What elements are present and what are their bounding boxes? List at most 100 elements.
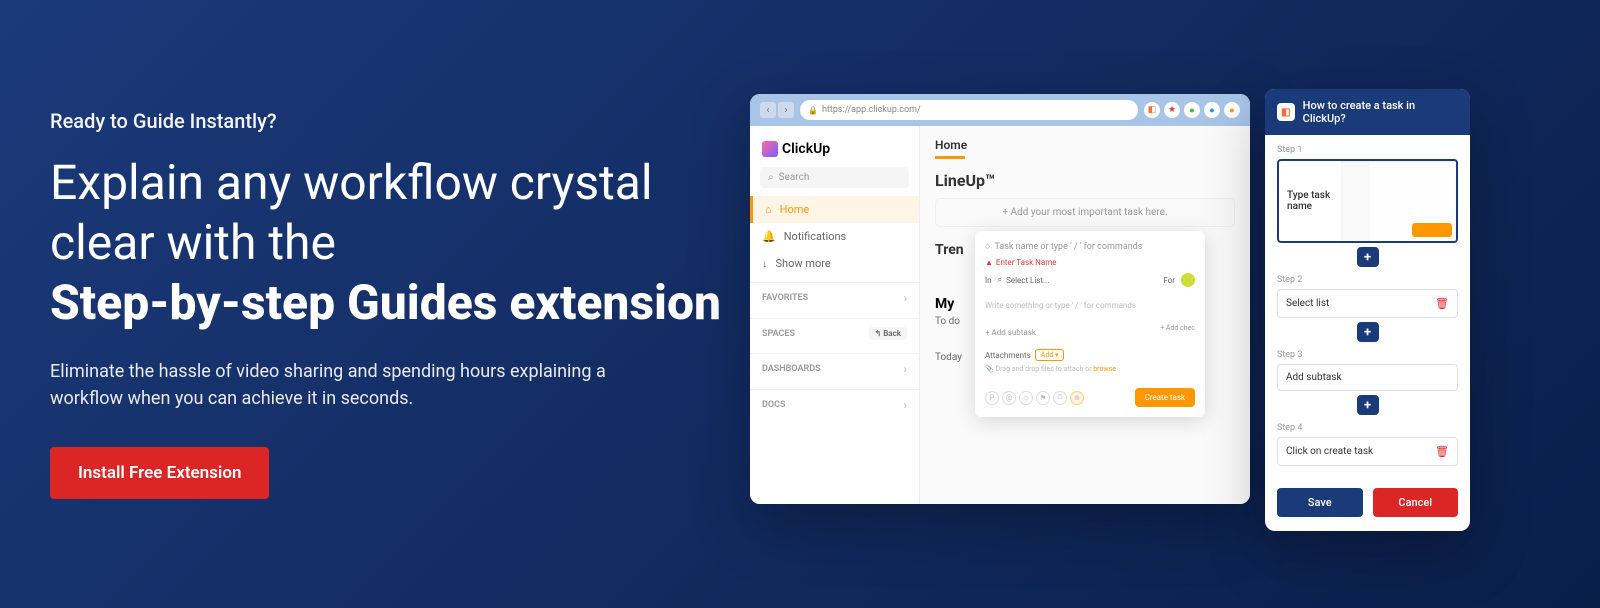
- breadcrumb: Home: [935, 138, 1235, 152]
- paperclip-icon: 📎: [985, 365, 994, 373]
- trash-icon[interactable]: 🗑: [1435, 445, 1449, 458]
- nav-label: Notifications: [784, 230, 847, 243]
- add-subtask-button[interactable]: + Add subtask: [985, 324, 1036, 341]
- sidebar-section-docs[interactable]: DOCS ›: [750, 389, 919, 420]
- guide-editor-panel: ◧ How to create a task in ClickUp? Step …: [1265, 89, 1470, 531]
- step-card[interactable]: Click on create task 🗑: [1277, 437, 1458, 466]
- assignee-avatar[interactable]: [1181, 273, 1195, 287]
- chevron-right-icon: ›: [903, 291, 907, 305]
- for-label: For: [1163, 276, 1175, 285]
- cancel-button[interactable]: Cancel: [1373, 488, 1459, 517]
- search-icon: ⌕: [998, 275, 1002, 285]
- task-name-input[interactable]: ○ Task name or type ' / ' for commands: [985, 241, 1195, 252]
- add-step-button[interactable]: +: [1357, 247, 1379, 267]
- back-button[interactable]: ↰ Back: [869, 327, 907, 340]
- nav-label: Home: [780, 203, 810, 216]
- step-text: Select list: [1286, 298, 1329, 309]
- install-extension-button[interactable]: Install Free Extension: [50, 447, 269, 499]
- chevron-right-icon: ›: [903, 398, 907, 412]
- url-bar[interactable]: 🔒 https://app.clickup.com/: [800, 100, 1138, 120]
- sidebar-section-dashboards[interactable]: DASHBOARDS ›: [750, 353, 919, 384]
- extension-icon[interactable]: ◧: [1144, 102, 1160, 118]
- footer-icon[interactable]: P: [985, 391, 999, 405]
- attachments-label: Attachments: [985, 351, 1031, 360]
- chevron-right-icon: ›: [903, 362, 907, 376]
- sidebar-item-notifications[interactable]: 🔔 Notifications: [750, 223, 919, 250]
- add-checklist-button[interactable]: + Add chec: [1160, 324, 1195, 341]
- section-label: DOCS: [762, 400, 785, 410]
- extension-icon[interactable]: ★: [1164, 102, 1180, 118]
- url-text: https://app.clickup.com/: [822, 105, 921, 115]
- add-step-button[interactable]: +: [1357, 322, 1379, 342]
- footer-icon[interactable]: ⚑: [1036, 391, 1050, 405]
- step-text: Click on create task: [1286, 446, 1373, 457]
- task-placeholder: Task name or type ' / ' for commands: [994, 242, 1142, 252]
- step-label: Step 1: [1277, 145, 1458, 155]
- hero-eyebrow: Ready to Guide Instantly?: [50, 109, 750, 133]
- step-card[interactable]: Select list 🗑: [1277, 289, 1458, 318]
- section-label: SPACES: [762, 329, 795, 339]
- browse-link[interactable]: browse: [1093, 365, 1116, 373]
- clickup-mockup: ‹ › 🔒 https://app.clickup.com/ ◧ ★ ● ● ●…: [750, 94, 1250, 504]
- step-card[interactable]: Add subtask: [1277, 364, 1458, 391]
- guide-header: ◧ How to create a task in ClickUp?: [1265, 89, 1470, 135]
- step-text: Add subtask: [1286, 372, 1342, 383]
- drag-drop-hint: 📎 Drag and drop files to attach or brows…: [985, 365, 1195, 373]
- clickup-logo[interactable]: ClickUp: [750, 136, 919, 167]
- search-input[interactable]: ⌕ Search: [760, 167, 909, 188]
- sidebar-item-home[interactable]: ⌂ Home: [750, 196, 919, 223]
- add-step-button[interactable]: +: [1357, 395, 1379, 415]
- step-label: Step 3: [1277, 350, 1458, 360]
- step-text: Type task name: [1279, 184, 1341, 218]
- create-task-button[interactable]: Create task: [1135, 388, 1195, 407]
- nav-label: Show more: [776, 257, 831, 270]
- browser-chrome: ‹ › 🔒 https://app.clickup.com/ ◧ ★ ● ● ●: [750, 94, 1250, 126]
- select-list-text: Select List...: [1006, 276, 1049, 285]
- lock-icon: 🔒: [808, 106, 818, 115]
- section-label: FAVORITES: [762, 293, 808, 303]
- step-screenshot: [1341, 161, 1456, 241]
- headline-bold: Step-by-step Guides extension: [50, 273, 750, 333]
- create-task-modal: ○ Task name or type ' / ' for commands ▲…: [975, 231, 1205, 417]
- add-attachment-button[interactable]: Add ▾: [1035, 349, 1065, 361]
- clickup-logo-icon: [762, 141, 778, 157]
- search-placeholder: Search: [779, 172, 810, 183]
- sidebar-section-favorites[interactable]: FAVORITES ›: [750, 282, 919, 313]
- in-label: In: [985, 276, 992, 285]
- clickup-main: Home LineUp™ + Add your most important t…: [920, 126, 1250, 504]
- forward-arrow-icon[interactable]: ›: [778, 102, 794, 118]
- save-button[interactable]: Save: [1277, 488, 1363, 517]
- sidebar-item-show-more[interactable]: ↓ Show more: [750, 250, 919, 277]
- footer-icon[interactable]: @: [1002, 391, 1016, 405]
- guide-logo-icon: ◧: [1277, 103, 1295, 121]
- circle-icon: ○: [985, 241, 990, 252]
- extension-icon[interactable]: ●: [1224, 102, 1240, 118]
- section-label: DASHBOARDS: [762, 364, 821, 374]
- step-label: Step 4: [1277, 423, 1458, 433]
- extension-icon[interactable]: ●: [1184, 102, 1200, 118]
- breadcrumb-underline: [935, 156, 965, 159]
- search-icon: ⌕: [768, 172, 774, 183]
- guide-title: How to create a task in ClickUp?: [1303, 99, 1458, 125]
- footer-icon[interactable]: ◇: [1019, 391, 1033, 405]
- clickup-logo-text: ClickUp: [782, 141, 830, 157]
- sidebar-section-spaces[interactable]: SPACES ↰ Back: [750, 318, 919, 348]
- hero-headline: Explain any workflow crystal clear with …: [50, 153, 750, 333]
- footer-icon[interactable]: ⏱: [1053, 391, 1067, 405]
- add-important-task[interactable]: + Add your most important task here.: [935, 198, 1235, 227]
- home-icon: ⌂: [765, 203, 772, 216]
- step-card[interactable]: Type task name: [1277, 159, 1458, 243]
- warning-icon: ▲: [985, 258, 993, 267]
- task-error: ▲ Enter Task Name: [985, 258, 1195, 267]
- trash-icon[interactable]: 🗑: [1435, 297, 1449, 310]
- error-text: Enter Task Name: [996, 258, 1057, 267]
- task-description-input[interactable]: Write something or type ' / ' for comman…: [985, 295, 1195, 316]
- chevron-down-icon: ↓: [762, 257, 768, 270]
- select-list-dropdown[interactable]: ⌕ Select List...: [998, 275, 1158, 285]
- extension-icon[interactable]: ●: [1204, 102, 1220, 118]
- back-arrow-icon[interactable]: ‹: [760, 102, 776, 118]
- step-label: Step 2: [1277, 275, 1458, 285]
- footer-icon[interactable]: ⊕: [1070, 391, 1084, 405]
- clickup-sidebar: ClickUp ⌕ Search ⌂ Home 🔔 Notifications …: [750, 126, 920, 504]
- headline-regular: Explain any workflow crystal clear with …: [50, 154, 653, 271]
